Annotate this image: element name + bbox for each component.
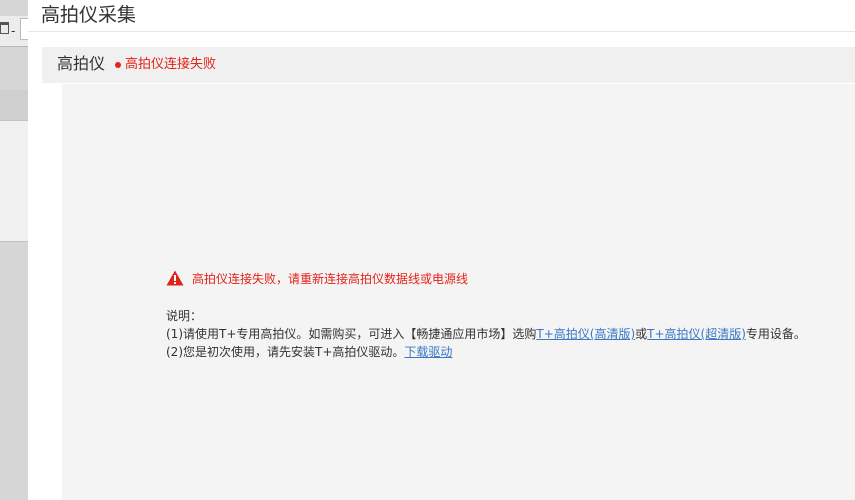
background-table-row[interactable] (0, 121, 28, 152)
instruction-1-suffix: 专用设备。 (745, 327, 806, 341)
uhd-scanner-link[interactable]: T+高拍仪(超清版) (647, 327, 746, 341)
background-table-row[interactable] (0, 151, 28, 182)
instruction-1-text: (1)请使用T+专用高拍仪。如需购买，可进入【畅捷通应用市场】选购 (166, 327, 537, 341)
status-dot-icon (115, 62, 121, 68)
instruction-line-1: (1)请使用T+专用高拍仪。如需购买，可进入【畅捷通应用市场】选购T+高拍仪(高… (166, 325, 806, 343)
background-table-row[interactable] (0, 181, 28, 212)
background-table-header (0, 90, 28, 121)
warning-icon (166, 270, 184, 286)
instructions: 说明： (1)请使用T+专用高拍仪。如需购买，可进入【畅捷通应用市场】选购T+高… (166, 307, 806, 361)
download-driver-link[interactable]: 下载驱动 (404, 345, 452, 359)
instruction-1-or: 或 (635, 327, 648, 341)
instructions-heading: 说明： (166, 309, 203, 323)
hd-scanner-link[interactable]: T+高拍仪(高清版) (536, 327, 635, 341)
title-divider (28, 31, 855, 32)
panel-title: 高拍仪 (57, 54, 106, 73)
panel-header: 高拍仪 高拍仪连接失败 (42, 47, 855, 83)
connection-status: 高拍仪连接失败 (125, 57, 217, 72)
instruction-line-2: (2)您是初次使用，请先安装T+高拍仪驱动。下载驱动 (166, 343, 806, 361)
calendar-icon[interactable] (0, 22, 9, 34)
background-app: - (0, 0, 29, 500)
instruction-2-text: (2)您是初次使用，请先安装T+高拍仪驱动。 (166, 345, 405, 359)
error-message-row: 高拍仪连接失败，请重新连接高拍仪数据线或电源线 (166, 269, 468, 287)
date-range-separator: - (11, 24, 16, 38)
background-table-row[interactable] (0, 211, 28, 242)
error-message: 高拍仪连接失败，请重新连接高拍仪数据线或电源线 (192, 271, 469, 286)
dialog-title: 高拍仪采集 (41, 4, 137, 26)
camera-preview-area: 高拍仪连接失败，请重新连接高拍仪数据线或电源线 说明： (1)请使用T+专用高拍… (62, 84, 855, 500)
scanner-dialog: 高拍仪采集 高拍仪 高拍仪连接失败 高拍仪连接失败，请重新连接高拍仪数据线或电源… (28, 0, 855, 500)
